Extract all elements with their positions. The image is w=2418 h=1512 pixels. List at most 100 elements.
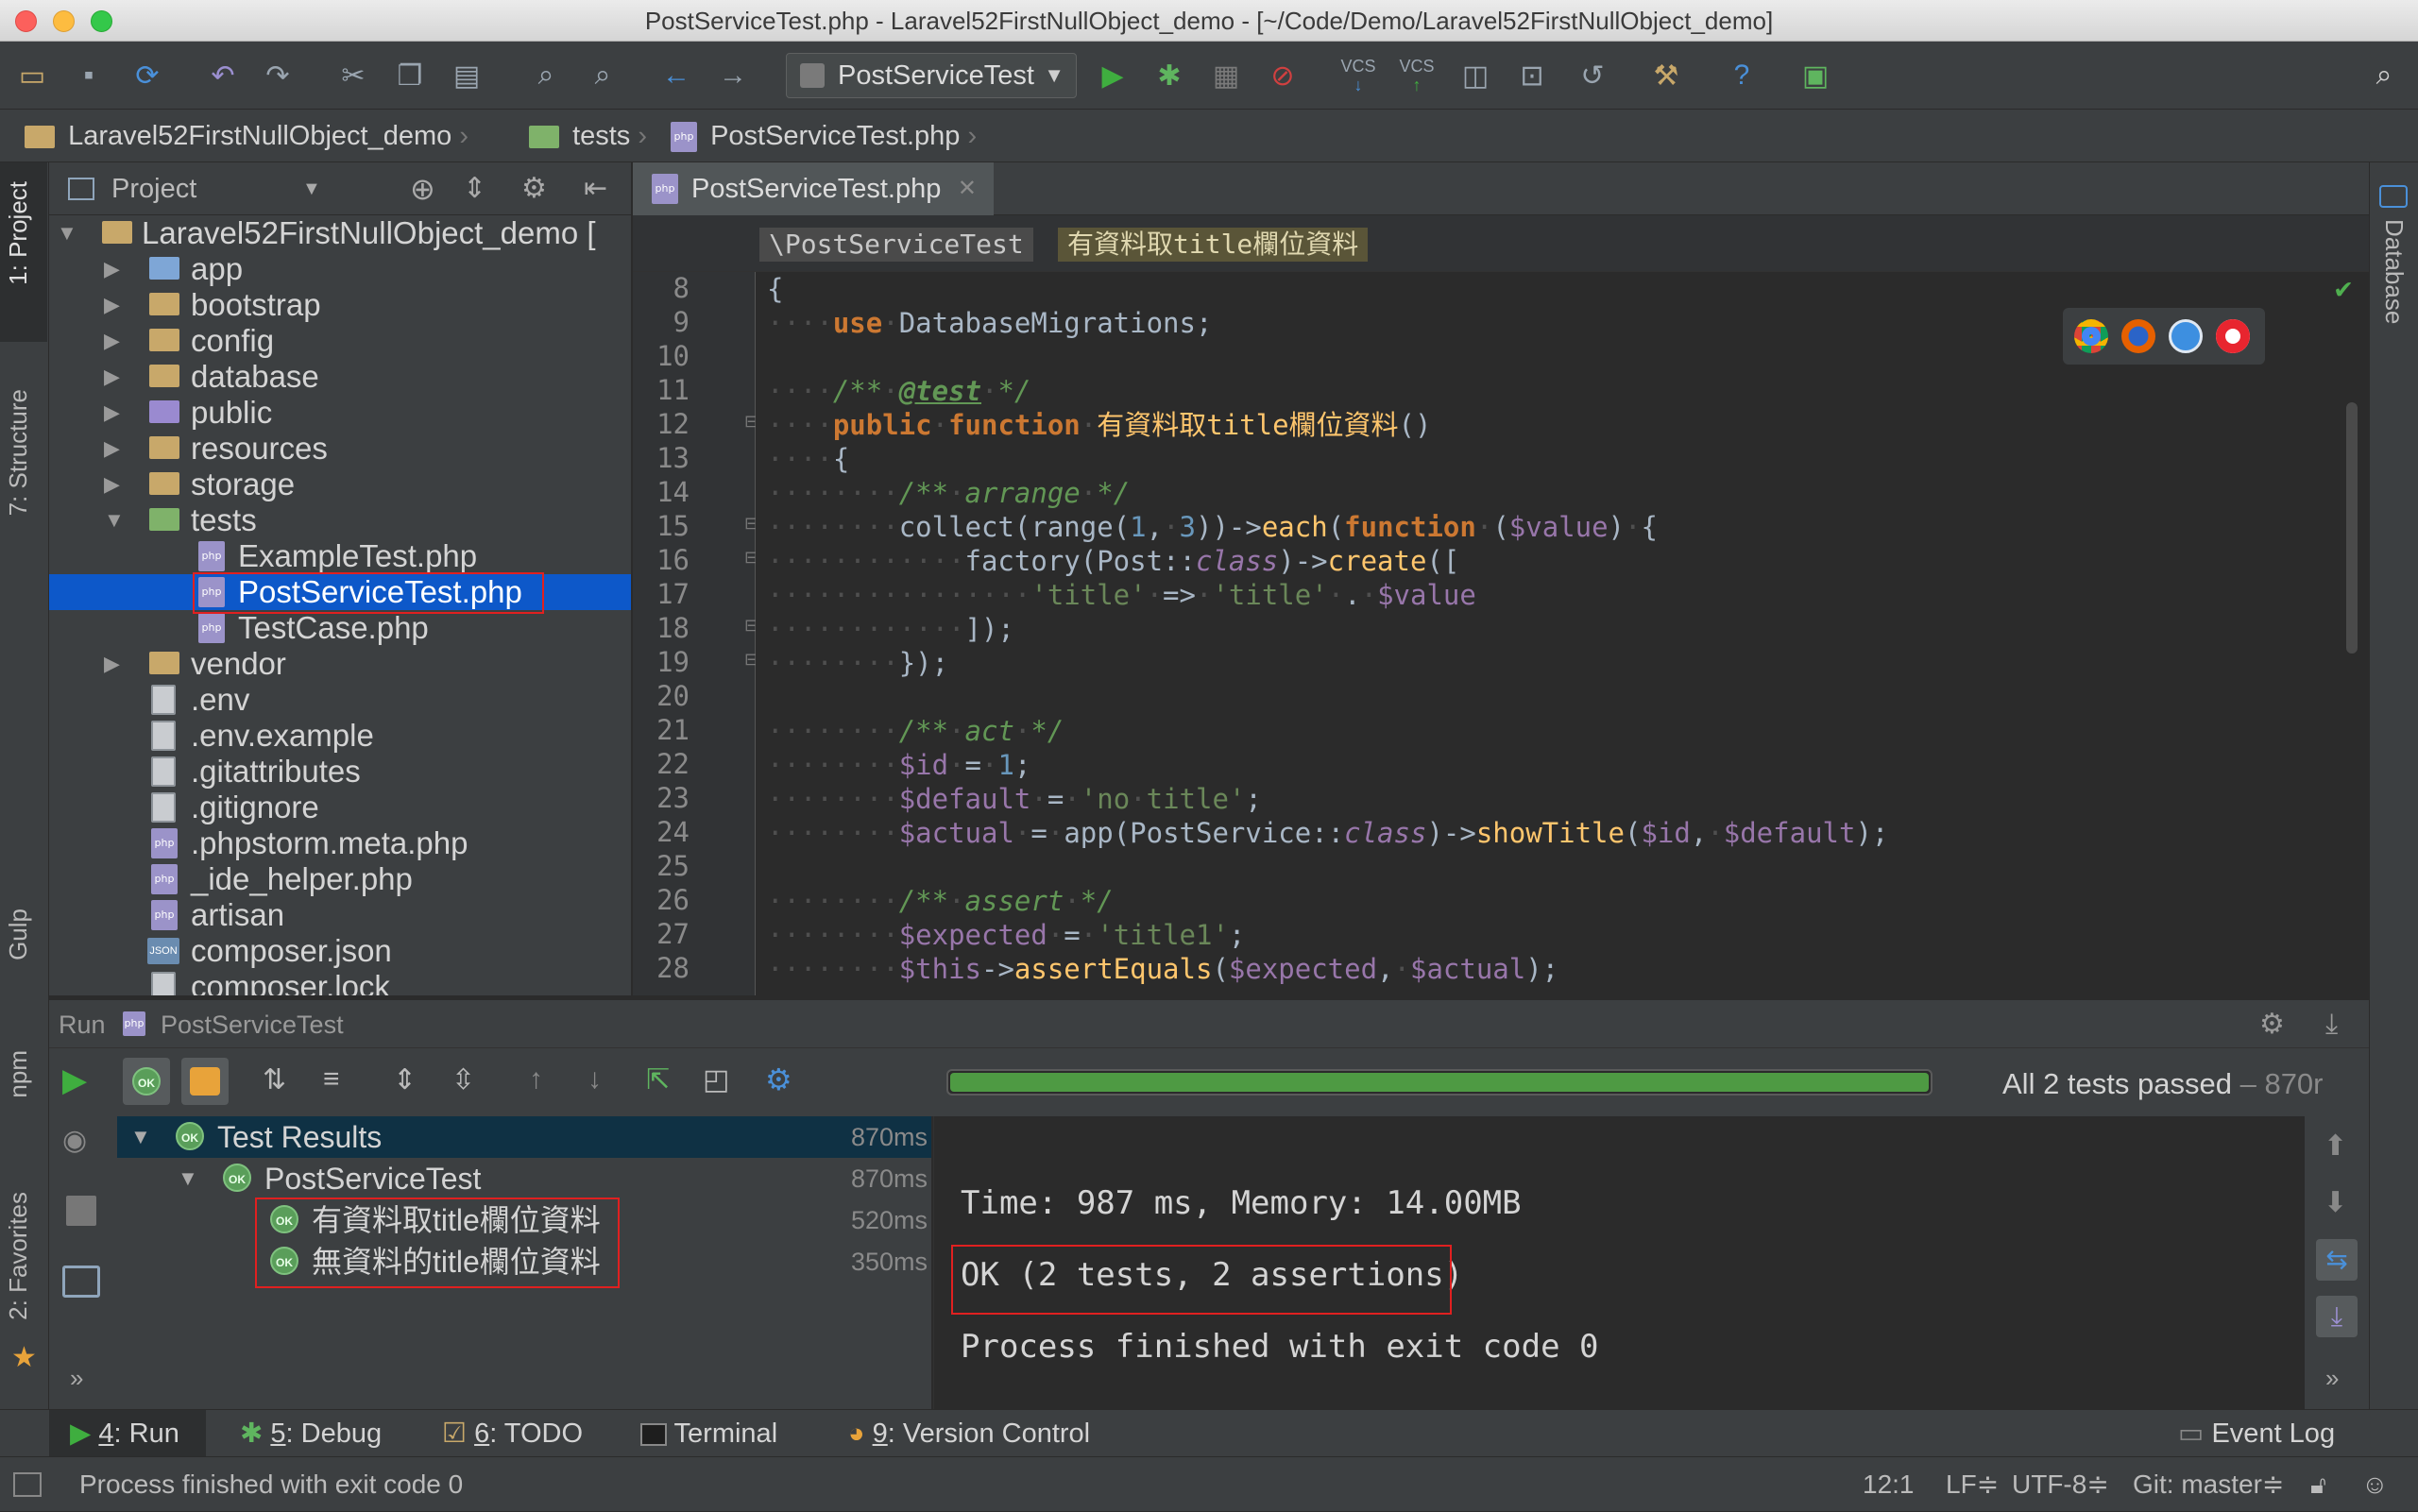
breadcrumb-method[interactable]: 有資料取title欄位資料 <box>1058 228 1369 262</box>
tree-item-root[interactable]: ▼ Laravel52FirstNullObject_demo [ <box>49 215 631 251</box>
gear-icon[interactable]: ⚙ <box>2259 1000 2285 1049</box>
undo-icon[interactable]: ↶ <box>202 55 244 96</box>
tree-item-artisan[interactable]: php artisan <box>49 897 631 933</box>
safari-icon[interactable] <box>2169 319 2203 353</box>
stop-icon[interactable] <box>66 1196 96 1226</box>
tree-item-bootstrap[interactable]: ▶ bootstrap <box>49 287 631 323</box>
locate-icon[interactable]: ⊕ <box>410 162 435 215</box>
search-icon[interactable]: ⌕ <box>2363 55 2405 96</box>
coverage-icon[interactable]: ▦ <box>1205 55 1247 96</box>
forward-icon[interactable]: → <box>712 55 754 96</box>
chrome-icon[interactable] <box>2074 319 2108 353</box>
replace-icon[interactable]: ⌕ <box>582 55 623 96</box>
close-window-button[interactable] <box>15 10 37 32</box>
tree-item-storage[interactable]: ▶ storage <box>49 467 631 502</box>
chevron-down-icon[interactable]: ▼ <box>302 162 321 215</box>
project-view-select[interactable]: Project <box>111 162 196 215</box>
opera-icon[interactable] <box>2216 319 2250 353</box>
settings-icon[interactable]: ⚙ <box>765 1062 792 1097</box>
firefox-icon[interactable] <box>2121 319 2155 353</box>
tree-item-resources[interactable]: ▶ resources <box>49 431 631 467</box>
tree-item-database[interactable]: ▶ database <box>49 359 631 395</box>
cut-icon[interactable]: ✂ <box>332 55 374 96</box>
stop-icon[interactable]: ⊘ <box>1262 55 1303 96</box>
rerun-icon[interactable]: ▶ <box>62 1062 87 1099</box>
code-editor[interactable]: { ····use·DatabaseMigrations; ····/**·@t… <box>756 272 2369 995</box>
tree-item-config[interactable]: ▶ config <box>49 323 631 359</box>
nav-crumb-tests[interactable]: tests › <box>529 110 647 162</box>
line-separator[interactable]: LF≑ <box>1946 1457 1999 1512</box>
next-failed-icon[interactable]: ↓ <box>587 1063 602 1096</box>
console-output[interactable]: Time: 987 ms, Memory: 14.00MB OK (2 test… <box>933 1116 2305 1409</box>
tool-tab-structure[interactable]: 7: Structure <box>4 389 33 516</box>
tree-item-exampletest[interactable]: php ExampleTest.php <box>49 538 631 574</box>
lock-icon[interactable]: 🔓︎ <box>2310 1457 2326 1512</box>
more-icon[interactable]: » <box>70 1364 83 1393</box>
tool-tab-gulp[interactable]: Gulp <box>4 909 33 960</box>
inspector-icon[interactable]: ☺ <box>2361 1457 2389 1512</box>
close-tab-icon[interactable]: ✕ <box>958 162 977 215</box>
hide-panel-icon[interactable]: ⤓ <box>2325 1000 2338 1049</box>
show-ignored-toggle[interactable] <box>181 1058 229 1105</box>
show-passed-toggle[interactable]: OK <box>123 1058 170 1105</box>
copy-icon[interactable]: ❐ <box>389 55 431 96</box>
collapse-all-icon[interactable]: ⇕ <box>463 162 486 215</box>
expand-all-icon[interactable]: ⇕ <box>393 1063 417 1096</box>
tree-item-phpstorm-meta[interactable]: php .phpstorm.meta.php <box>49 825 631 861</box>
hide-panel-icon[interactable]: ⇤ <box>584 162 607 215</box>
tree-item-env-example[interactable]: .env.example <box>49 718 631 754</box>
up-arrow-icon[interactable]: ⬆ <box>2324 1130 2347 1163</box>
tree-item-tests[interactable]: ▼ tests <box>49 502 631 538</box>
pin-icon[interactable]: ◉ <box>62 1124 87 1157</box>
plugin-icon[interactable]: ▣ <box>1795 55 1836 96</box>
more-icon[interactable]: » <box>2325 1364 2339 1393</box>
settings-wrench-icon[interactable]: ⚒ <box>1645 55 1687 96</box>
tool-window-toggle-icon[interactable] <box>13 1472 42 1497</box>
test-suite-row[interactable]: ▼ OK PostServiceTest 870ms <box>117 1158 931 1199</box>
tab-version-control[interactable]: ◕ 9: Version Control <box>848 1410 1090 1457</box>
debug-icon[interactable]: ✱ <box>1149 55 1190 96</box>
tree-item-composer-lock[interactable]: composer.lock <box>49 969 631 995</box>
tree-item-env[interactable]: .env <box>49 682 631 718</box>
nav-crumb-project[interactable]: Laravel52FirstNullObject_demo › <box>25 110 468 162</box>
layout-icon[interactable] <box>62 1266 100 1298</box>
zoom-window-button[interactable] <box>91 10 112 32</box>
editor-scrollbar[interactable] <box>2346 402 2358 654</box>
find-icon[interactable]: ⌕ <box>525 55 567 96</box>
caret-position[interactable]: 12:1 <box>1863 1457 1915 1512</box>
sort-duration-icon[interactable]: ≡ <box>323 1063 340 1096</box>
redo-icon[interactable]: ↷ <box>257 55 298 96</box>
tree-item-gitattributes[interactable]: .gitattributes <box>49 754 631 790</box>
tab-event-log[interactable]: ▭ Event Log <box>2178 1410 2335 1457</box>
tab-todo[interactable]: ☑ 6: TODO <box>442 1410 583 1457</box>
tree-item-testcase[interactable]: php TestCase.php <box>49 610 631 646</box>
collapse-all-icon[interactable]: ⇳ <box>451 1063 475 1096</box>
compare-icon[interactable]: ⊡ <box>1511 55 1553 96</box>
minimize-window-button[interactable] <box>53 10 75 32</box>
paste-icon[interactable]: ▤ <box>446 55 487 96</box>
test-results-root[interactable]: ▼ OK Test Results 870ms <box>117 1116 931 1158</box>
gear-icon[interactable]: ⚙ <box>521 162 547 215</box>
help-icon[interactable]: ? <box>1721 55 1762 96</box>
tab-postservicetest[interactable]: php PostServiceTest.php ✕ <box>633 162 994 215</box>
tree-item-gitignore[interactable]: .gitignore <box>49 790 631 825</box>
back-icon[interactable]: ← <box>656 55 697 96</box>
run-config-select[interactable]: PostServiceTest ▼ <box>786 53 1077 98</box>
history-icon[interactable]: ◰ <box>703 1063 729 1096</box>
revert-icon[interactable]: ↺ <box>1572 55 1613 96</box>
sort-alpha-icon[interactable]: ⇅ <box>263 1063 286 1096</box>
run-icon[interactable]: ▶ <box>1092 55 1133 96</box>
history-icon[interactable]: ◫ <box>1455 55 1496 96</box>
scroll-to-end-icon[interactable]: ⤓ <box>2316 1296 2358 1337</box>
tab-run[interactable]: ▶ 4: Run <box>70 1410 179 1457</box>
tool-tab-npm[interactable]: npm <box>4 1050 33 1098</box>
sync-icon[interactable]: ⟳ <box>127 55 168 96</box>
previous-failed-icon[interactable]: ↑ <box>529 1063 543 1096</box>
tree-item-public[interactable]: ▶ public <box>49 395 631 431</box>
breadcrumb-class[interactable]: \PostServiceTest <box>759 228 1033 262</box>
vcs-update-icon[interactable]: VCS ↓ <box>1337 55 1379 96</box>
tool-tab-database[interactable]: Database <box>2379 219 2409 324</box>
file-encoding[interactable]: UTF-8≑ <box>2012 1457 2109 1512</box>
save-icon[interactable]: ▪ <box>68 55 110 96</box>
nav-crumb-file[interactable]: php PostServiceTest.php › <box>671 110 977 162</box>
